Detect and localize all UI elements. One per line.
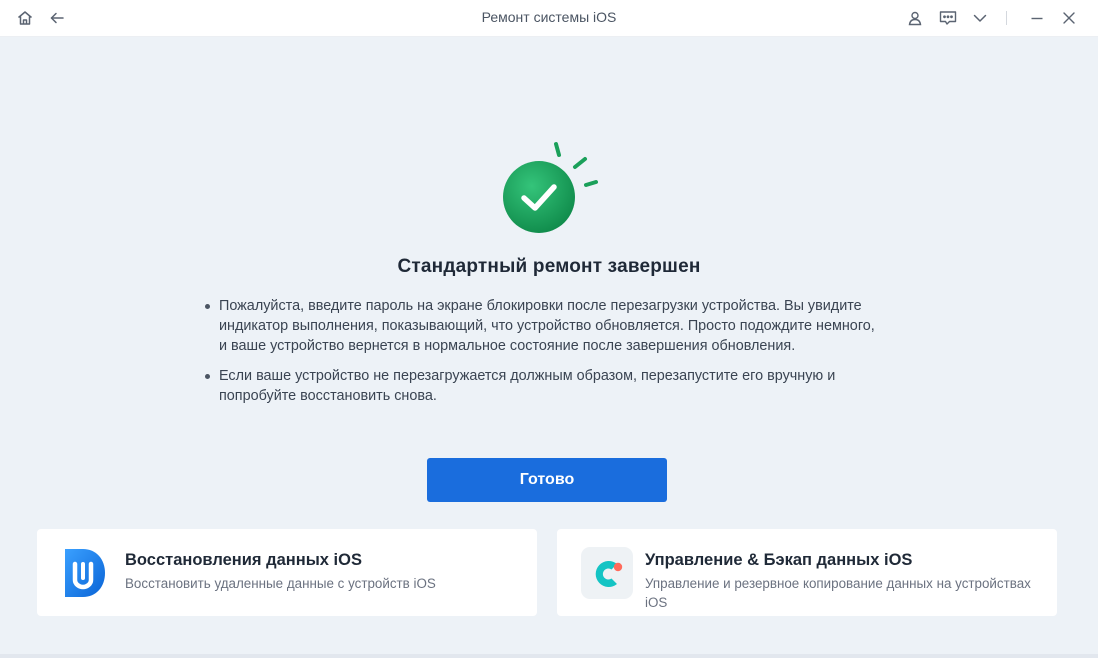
minimize-icon[interactable]	[1027, 8, 1047, 28]
success-check-icon	[497, 139, 607, 239]
done-button[interactable]: Готово	[427, 458, 667, 502]
chevron-down-icon[interactable]	[970, 8, 990, 28]
feedback-icon[interactable]	[938, 8, 958, 28]
main-panel: Стандартный ремонт завершен Пожалуйста, …	[0, 37, 1098, 658]
card-subtitle: Восстановить удаленные данные с устройст…	[125, 576, 436, 591]
title-bar: Ремонт системы iOS	[0, 0, 1098, 37]
status-heading: Стандартный ремонт завершен	[397, 256, 701, 277]
instruction-item: Пожалуйста, введите пароль на экране бло…	[204, 296, 884, 356]
window-title: Ремонт системы iOS	[481, 9, 617, 25]
card-subtitle: Управление и резервное копирование данны…	[645, 576, 1031, 610]
data-recovery-app-icon	[61, 547, 111, 599]
backup-manager-card[interactable]: Управление & Бэкап данных iOS Управление…	[557, 529, 1057, 616]
title-bar-divider	[1006, 11, 1007, 25]
user-icon[interactable]	[905, 8, 925, 28]
instructions-list: Пожалуйста, введите пароль на экране бло…	[204, 296, 884, 416]
data-recovery-card[interactable]: Восстановления данных iOS Восстановить у…	[37, 529, 537, 616]
backup-manager-app-icon	[581, 547, 633, 599]
card-title: Управление & Бэкап данных iOS	[645, 551, 913, 569]
card-title: Восстановления данных iOS	[125, 551, 362, 569]
instruction-item: Если ваше устройство не перезагружается …	[204, 366, 884, 406]
bottom-border	[0, 654, 1098, 658]
close-icon[interactable]	[1059, 8, 1079, 28]
